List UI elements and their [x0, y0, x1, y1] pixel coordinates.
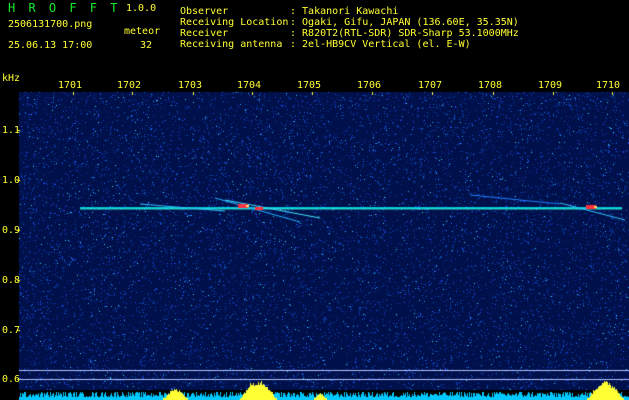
- x-tick: 1708: [478, 80, 503, 91]
- meteor-label: meteor: [124, 26, 161, 37]
- datetime-label: 25.06.13 17:00: [8, 40, 93, 51]
- y-tick: 1.0: [2, 175, 21, 186]
- x-tick: 1704: [237, 80, 262, 91]
- x-tick: 1707: [418, 80, 443, 91]
- x-tick: 1710: [596, 80, 621, 91]
- y-tick: 0.8: [2, 275, 21, 286]
- x-tick: 1701: [58, 80, 83, 91]
- info-label-antenna: Receiving antenna: [180, 39, 283, 50]
- x-tick: 1706: [357, 80, 382, 91]
- app-version: 1.0.0: [126, 3, 157, 14]
- x-tick: 1705: [297, 80, 322, 91]
- y-tick: 1.1: [2, 125, 21, 136]
- file-name: 2506131700.png: [8, 19, 93, 30]
- meteor-count: 32: [140, 40, 153, 51]
- y-tick: 0.6: [2, 374, 21, 385]
- spectrogram-canvas: [0, 0, 629, 400]
- x-tick: 1703: [178, 80, 203, 91]
- y-unit-label: kHz: [2, 73, 21, 84]
- info-value-antenna: : 2el-HB9CV Vertical (el. E-W): [290, 39, 471, 50]
- app-title: H R O F F T: [8, 1, 121, 15]
- x-tick: 1702: [117, 80, 142, 91]
- y-tick: 0.7: [2, 325, 21, 336]
- y-tick: 0.9: [2, 225, 21, 236]
- x-tick: 1709: [538, 80, 563, 91]
